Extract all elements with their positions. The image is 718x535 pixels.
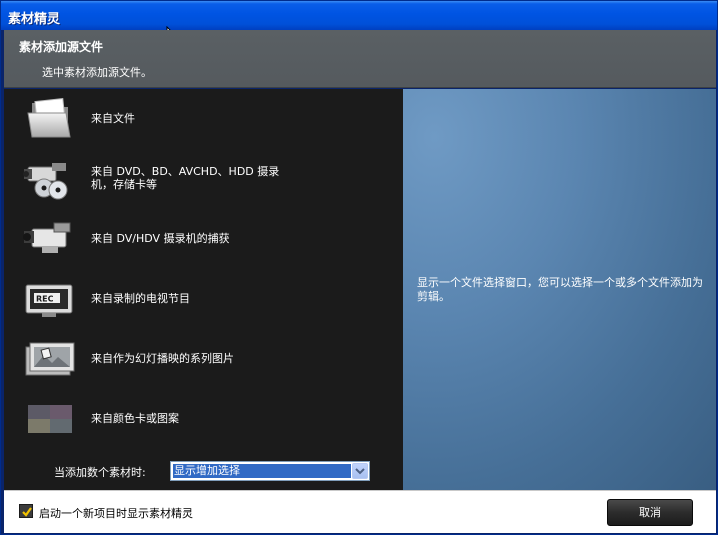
option-label: 来自 DV/HDV 摄录机的捕获: [91, 232, 230, 245]
option-from-disc[interactable]: 来自 DVD、BD、AVCHD、HDD 摄录机，存储卡等: [4, 151, 403, 207]
dropdown-button[interactable]: [352, 463, 368, 479]
option-label: 来自 DVD、BD、AVCHD、HDD 摄录机，存储卡等: [91, 165, 280, 191]
slideshow-icon: [25, 342, 75, 376]
option-from-color-card[interactable]: 来自颜色卡或图案: [4, 391, 403, 447]
option-label: 来自作为幻灯播映的系列图片: [91, 352, 234, 365]
option-from-tv[interactable]: REC 来自录制的电视节目: [4, 271, 403, 327]
show-wizard-checkbox[interactable]: [19, 504, 33, 518]
description-panel: 显示一个文件选择窗口，您可以选择一个或多个文件添加为剪辑。: [403, 89, 716, 490]
header-subtitle: 选中素材添加源文件。: [42, 66, 152, 79]
wizard-header: 素材添加源文件 选中素材添加源文件。: [4, 30, 716, 88]
checkmark-icon: [22, 507, 32, 517]
add-multiple-selected-value: 显示增加选择: [173, 464, 351, 478]
window-title: 素材精灵: [8, 12, 61, 27]
option-label: 来自录制的电视节目: [91, 292, 190, 305]
footer-bar: 启动一个新项目时显示素材精灵 取消: [4, 490, 716, 533]
option-label: 来自文件: [91, 112, 135, 125]
svg-text:REC: REC: [36, 295, 54, 304]
header-title: 素材添加源文件: [19, 40, 104, 54]
add-multiple-label: 当添加数个素材时:: [54, 466, 146, 479]
option-from-slideshow[interactable]: 来自作为幻灯播映的系列图片: [4, 331, 403, 387]
camcorder-disc-icon: [23, 163, 68, 200]
option-label: 来自颜色卡或图案: [91, 412, 179, 425]
color-card-icon: [28, 405, 72, 433]
option-from-file[interactable]: 来自文件: [4, 91, 403, 147]
title-bar[interactable]: 素材精灵: [1, 1, 717, 30]
add-multiple-row: 当添加数个素材时: 显示增加选择: [54, 461, 384, 481]
source-wizard-window: 素材精灵 素材添加源文件 选中素材添加源文件。 来自文件 来自 DVD、BD、A…: [0, 0, 718, 535]
show-wizard-label: 启动一个新项目时显示素材精灵: [39, 507, 193, 520]
chevron-down-icon: [355, 468, 365, 475]
option-description: 显示一个文件选择窗口，您可以选择一个或多个文件添加为剪辑。: [417, 276, 703, 303]
option-from-capture[interactable]: 来自 DV/HDV 摄录机的捕获: [4, 211, 403, 267]
source-options-panel: 来自文件 来自 DVD、BD、AVCHD、HDD 摄录机，存储卡等 来自 DV/…: [4, 89, 403, 490]
tv-rec-icon: REC: [25, 284, 73, 317]
add-multiple-select[interactable]: 显示增加选择: [170, 461, 370, 481]
folder-icon: [27, 98, 71, 138]
cancel-button[interactable]: 取消: [607, 499, 693, 526]
camcorder-icon: [23, 222, 71, 253]
